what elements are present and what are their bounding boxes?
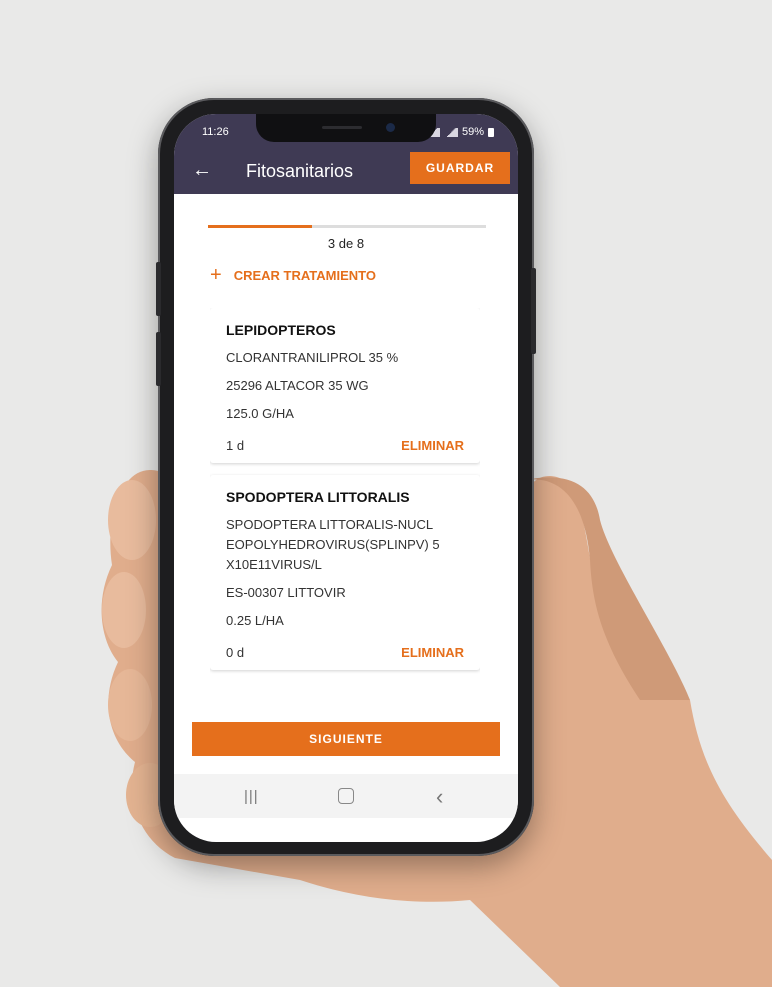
active-ingredient: SPODOPTERA LITTORALIS-NUCL EOPOLYHEDROVI… bbox=[226, 517, 440, 572]
delete-button[interactable]: ELIMINAR bbox=[401, 438, 464, 453]
front-camera bbox=[386, 123, 395, 132]
treatment-card: LEPIDOPTEROS CLORANTRANILIPROL 35 % 2529… bbox=[210, 308, 480, 463]
treatment-list[interactable]: LEPIDOPTEROS CLORANTRANILIPROL 35 % 2529… bbox=[210, 308, 480, 674]
page-title: Fitosanitarios bbox=[246, 161, 354, 181]
safety-days: 1 d bbox=[226, 438, 245, 453]
status-time: 11:26 bbox=[202, 126, 229, 138]
delete-button[interactable]: ELIMINAR bbox=[401, 645, 464, 660]
home-icon[interactable] bbox=[338, 788, 354, 804]
progress-bar bbox=[208, 225, 486, 228]
product-name: 25296 ALTACOR 35 WG bbox=[226, 378, 369, 393]
active-ingredient: CLORANTRANILIPROL 35 % bbox=[226, 350, 399, 365]
pest-name: SPODOPTERA LITTORALIS bbox=[226, 489, 410, 505]
create-treatment-button[interactable]: + CREAR TRATAMIENTO bbox=[210, 264, 376, 286]
volume-button bbox=[156, 262, 161, 316]
dose: 125.0 G/HA bbox=[226, 406, 294, 421]
speaker-grille bbox=[322, 126, 362, 129]
treatment-card: SPODOPTERA LITTORALIS SPODOPTERA LITTORA… bbox=[210, 475, 480, 670]
pest-name: LEPIDOPTEROS bbox=[226, 322, 336, 338]
notch bbox=[256, 114, 436, 142]
create-treatment-label: CREAR TRATAMIENTO bbox=[233, 267, 376, 283]
product-name: ES-00307 LITTOVIR bbox=[226, 585, 346, 600]
plus-icon: + bbox=[210, 264, 222, 286]
signal-icon bbox=[443, 127, 458, 137]
power-button bbox=[531, 268, 536, 354]
volume-button bbox=[156, 332, 161, 386]
app-bar: ← Fitosanitarios GUARDAR bbox=[174, 150, 518, 194]
arrow-left-icon[interactable]: ← bbox=[192, 158, 212, 182]
progress-fill bbox=[208, 225, 313, 228]
save-button[interactable]: GUARDAR bbox=[410, 152, 510, 184]
next-button[interactable]: SIGUIENTE bbox=[192, 722, 500, 756]
safety-days: 0 d bbox=[226, 645, 245, 660]
battery-icon bbox=[488, 127, 494, 137]
android-nav-bar: ||| ‹ bbox=[174, 774, 518, 818]
phone-screen: 11:26 59% ← Fitosanitarios GUARDAR 3 de … bbox=[174, 114, 518, 842]
battery-level: 59% bbox=[461, 126, 484, 138]
step-counter: 3 de 8 bbox=[327, 236, 365, 251]
system-icons: 59% bbox=[425, 126, 494, 138]
back-chevron-icon[interactable]: ‹ bbox=[436, 784, 443, 810]
recent-apps-icon[interactable]: ||| bbox=[244, 788, 259, 805]
dose: 0.25 L/HA bbox=[226, 613, 284, 628]
